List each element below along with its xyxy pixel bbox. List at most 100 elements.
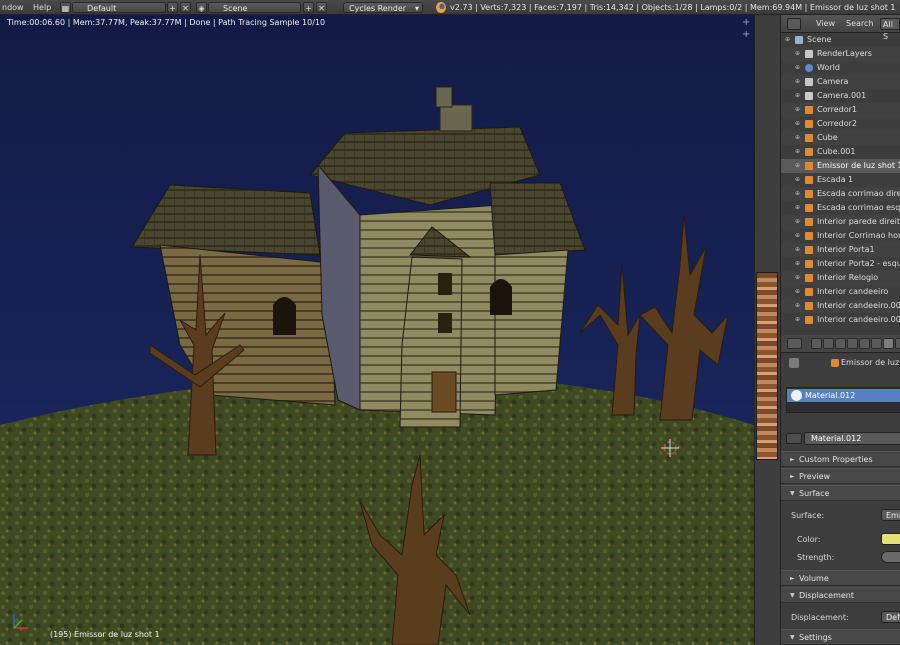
constraints-tab[interactable] — [871, 338, 882, 349]
expand-toggle-icon[interactable]: ⊕ — [795, 257, 800, 271]
outliner-item[interactable]: ⊕ Interior parede direita — [781, 215, 900, 229]
delete-layout-button[interactable]: ✕ — [180, 2, 191, 13]
object-tab[interactable] — [859, 338, 870, 349]
scene-tab[interactable] — [835, 338, 846, 349]
expand-toggle-icon[interactable]: ⊕ — [795, 313, 800, 327]
outliner-item[interactable]: ⊕ Corredor2 — [781, 117, 900, 131]
expand-toggle-icon[interactable]: ⊕ — [795, 229, 800, 243]
strength-label: Strength: — [797, 553, 835, 562]
outliner-item[interactable]: ⊕ Cube.001 — [781, 145, 900, 159]
material-datablock-field[interactable]: Material.012 — [786, 432, 900, 445]
strength-slider[interactable] — [881, 551, 900, 563]
outliner-item[interactable]: ⊕ Escada corrimao direita — [781, 187, 900, 201]
pin-icon[interactable] — [789, 358, 799, 368]
outliner-item-label: Escada 1 — [817, 175, 854, 184]
expand-toggle-icon[interactable]: ⊕ — [795, 103, 800, 117]
outliner-item[interactable]: ⊕ RenderLayers — [781, 47, 900, 61]
expand-toggle-icon[interactable]: ⊕ — [795, 215, 800, 229]
expand-toggle-icon[interactable]: ⊕ — [795, 61, 800, 75]
outliner-item[interactable]: ⊕ Escada corrimao esquerda — [781, 201, 900, 215]
editor-type-icon[interactable] — [787, 18, 801, 30]
add-scene-button[interactable]: + — [303, 2, 314, 13]
render-tab[interactable] — [811, 338, 822, 349]
panel-preview[interactable]: ► Preview — [781, 468, 900, 484]
outliner-item[interactable]: ⊕ Cube — [781, 131, 900, 145]
expand-toggle-icon[interactable]: ⊕ — [795, 75, 800, 89]
render-status-text: Time:00:06.60 | Mem:37.77M, Peak:37.77M … — [7, 18, 326, 27]
expand-toggle-icon[interactable]: ⊕ — [795, 131, 800, 145]
chevron-down-icon: ▾ — [414, 4, 419, 13]
panel-title: Surface — [799, 489, 830, 498]
delete-scene-button[interactable]: ✕ — [316, 2, 327, 13]
menu-window[interactable]: ndow — [2, 2, 24, 13]
expand-toggle-icon[interactable]: ⊕ — [795, 145, 800, 159]
expand-toggle-icon[interactable]: ⊕ — [795, 243, 800, 257]
outliner-item-label: Camera.001 — [817, 91, 867, 100]
outliner-item[interactable]: ⊕ Emissor de luz shot 1 — [781, 159, 900, 173]
screen-layout-dropdown[interactable]: Default — [72, 2, 166, 13]
panel-settings[interactable]: ▼ Settings — [781, 629, 900, 645]
panel-displacement[interactable]: ▼ Displacement — [781, 587, 900, 603]
material-slot-selected[interactable]: Material.012 — [787, 389, 900, 402]
grassy-hill — [0, 375, 754, 645]
outliner-item[interactable]: ⊕ Escada 1 — [781, 173, 900, 187]
outliner-item[interactable]: ⊕ Interior Porta2 - esquerda — [781, 257, 900, 271]
outliner-view-menu[interactable]: View — [816, 18, 835, 30]
material-name-field[interactable]: Material.012 — [804, 432, 900, 445]
outliner-item[interactable]: ⊕ Interior candeeiro — [781, 285, 900, 299]
outliner-item[interactable]: ⊕ Corredor1 — [781, 103, 900, 117]
mesh-icon — [805, 190, 813, 198]
display-mode-dropdown[interactable]: All S — [880, 18, 900, 41]
viewport-split-plus-icon[interactable]: + — [742, 17, 750, 28]
renderlayers-tab[interactable] — [823, 338, 834, 349]
scene-dropdown[interactable]: Scene — [208, 2, 301, 13]
editor-type-icon[interactable] — [787, 338, 802, 349]
expand-toggle-icon[interactable]: ⊕ — [795, 159, 800, 173]
expand-toggle-icon[interactable]: ⊕ — [795, 299, 800, 313]
texture-preview-strip — [756, 272, 778, 460]
expand-toggle-icon[interactable]: ⊕ — [795, 285, 800, 299]
panel-surface[interactable]: ▼ Surface — [781, 485, 900, 501]
expand-toggle-icon[interactable]: ⊕ — [795, 173, 800, 187]
surface-shader-dropdown[interactable]: Emi — [881, 509, 900, 521]
expand-toggle-icon[interactable]: ⊕ — [795, 89, 800, 103]
screen-layout-icon[interactable]: ▦ — [60, 2, 71, 13]
viewport-split-plus-icon[interactable]: + — [742, 29, 750, 40]
outliner-item-label: RenderLayers — [817, 49, 872, 58]
color-label: Color: — [797, 535, 821, 544]
outliner-item[interactable]: ⊕ Interior candeeiro.002 — [781, 313, 900, 327]
outliner-item[interactable]: ⊕ Camera.001 — [781, 89, 900, 103]
expand-toggle-icon[interactable]: ⊕ — [785, 33, 790, 47]
object-icon — [831, 359, 839, 367]
expand-toggle-icon[interactable]: ⊕ — [795, 271, 800, 285]
displacement-dropdown[interactable]: Defa — [881, 611, 900, 623]
expand-toggle-icon[interactable]: ⊕ — [795, 187, 800, 201]
texture-tab[interactable] — [895, 338, 900, 349]
outliner-item[interactable]: ⊕ Interior Corrimao horizontal — [781, 229, 900, 243]
add-layout-button[interactable]: + — [167, 2, 178, 13]
expand-toggle-icon[interactable]: ⊕ — [795, 47, 800, 61]
panel-custom-properties[interactable]: ► Custom Properties — [781, 451, 900, 467]
color-swatch[interactable] — [881, 533, 900, 545]
properties-editor[interactable]: Emissor de luz shot 1 Material.012 Mater… — [780, 335, 900, 645]
outliner-item[interactable]: ⊕ Interior candeeiro.001 — [781, 299, 900, 313]
outliner-editor[interactable]: View Search All S ⊕ Scene ⊕ RenderLayers ⊕ Wo… — [780, 15, 900, 335]
material-slot-label: Material.012 — [805, 391, 856, 400]
panel-volume[interactable]: ► Volume — [781, 570, 900, 586]
world-tab[interactable] — [847, 338, 858, 349]
scene-icon[interactable]: ◈ — [196, 2, 207, 13]
expand-toggle-icon[interactable]: ⊕ — [795, 201, 800, 215]
render-engine-dropdown[interactable]: Cycles Render ▾ — [343, 2, 423, 13]
outliner-item[interactable]: ⊕ Interior Porta1 — [781, 243, 900, 257]
material-slot-list[interactable]: Material.012 — [786, 387, 900, 413]
material-tab[interactable] — [883, 338, 894, 349]
menu-help[interactable]: Help — [33, 2, 51, 13]
outliner-item[interactable]: ⊕ Interior Relogio — [781, 271, 900, 285]
outliner-item[interactable]: ⊕ World — [781, 61, 900, 75]
expand-toggle-icon[interactable]: ⊕ — [795, 117, 800, 131]
3d-viewport[interactable]: Time:00:06.60 | Mem:37.77M, Peak:37.77M … — [0, 15, 754, 645]
outliner-item[interactable]: ⊕ Scene — [781, 33, 900, 47]
outliner-search-menu[interactable]: Search — [846, 18, 873, 30]
outliner-item[interactable]: ⊕ Camera — [781, 75, 900, 89]
material-browse-icon[interactable] — [786, 433, 802, 444]
